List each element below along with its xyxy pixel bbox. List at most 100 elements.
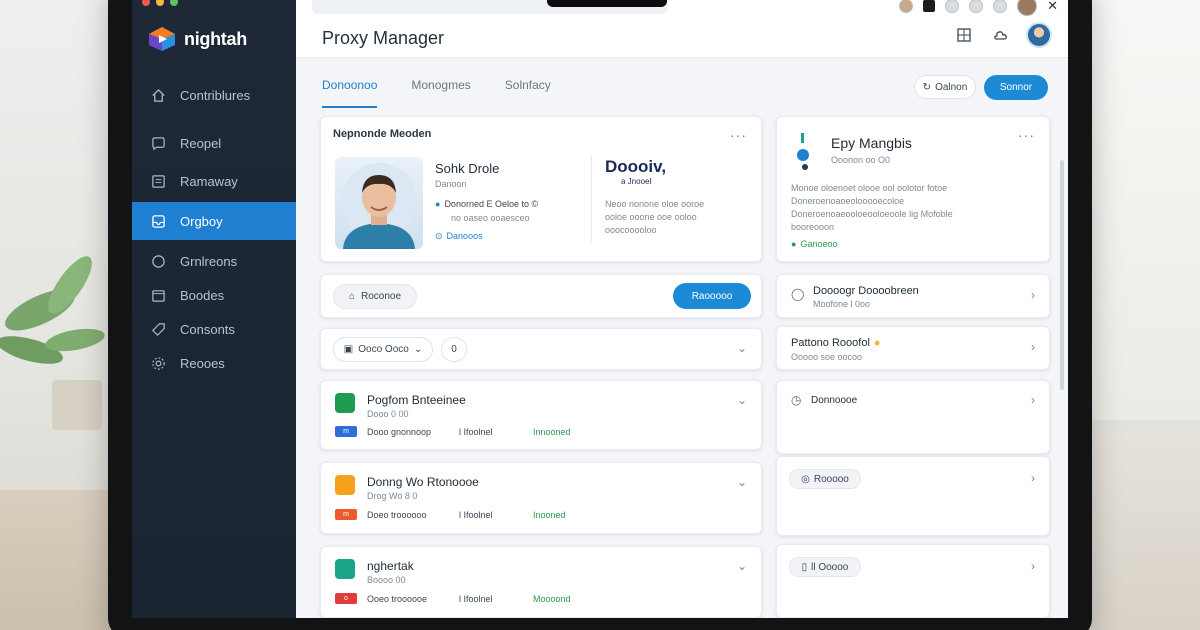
background-shelf-right [1090, 430, 1200, 630]
profile-link[interactable]: ⊙ Danooos [435, 231, 483, 242]
settings-icon [150, 355, 166, 371]
right-item-0[interactable]: ◯ Doooogr Doooobreen Moofone l 0oo › [776, 274, 1050, 318]
tab-bar: Donoonoo Monogmes Solnfacy [322, 78, 551, 108]
right-item-3[interactable]: ◎ Rooooo › [776, 456, 1050, 536]
right-item-title-row: Pattono Rooofol ● [791, 337, 881, 349]
list-item-1[interactable]: Donng Wo Rtonoooe Drog Wo 8 0 m Doeo tro… [320, 462, 762, 534]
secondary-action-label: Oalnon [935, 81, 968, 93]
company-desc2: ooloe ooone ooe ooloo [605, 212, 697, 222]
list-item-status: Innooned [533, 427, 571, 437]
background-plant [0, 256, 105, 430]
side-card-desc4: booreooon [791, 222, 835, 232]
primary-action-button[interactable]: Sonnor [984, 75, 1048, 100]
tray-globe-icon[interactable] [969, 0, 984, 13]
profile-name: Sohk Drole [435, 161, 500, 176]
sidebar-item-4[interactable]: Grnlreons [132, 244, 296, 278]
dropdown-chip[interactable]: ▣ Ooco Ooco ⌄ [333, 337, 433, 362]
user-avatar[interactable] [1026, 22, 1052, 48]
tab-1[interactable]: Monogmes [411, 78, 470, 108]
chevron-right-icon[interactable]: › [1031, 471, 1035, 485]
chevron-right-icon[interactable]: › [1031, 288, 1035, 302]
bell-icon: ◯ [791, 287, 805, 301]
window-controls [142, 0, 178, 6]
close-icon[interactable]: ✕ [1047, 0, 1058, 14]
side-info-card: Epy Mangbis Ooonon oo O0 ··· Monoe oloen… [776, 116, 1050, 262]
tray-chat-icon[interactable] [945, 0, 960, 13]
tab-0[interactable]: Donoonoo [322, 78, 378, 108]
chevron-right-icon[interactable]: › [1031, 340, 1035, 354]
chevron-down-icon[interactable]: ⌄ [737, 559, 747, 573]
sidebar-item-0[interactable]: Contriblures [132, 78, 296, 112]
list-item-count: l Ifoolnel [459, 427, 493, 437]
profile-detail-row: ● Donorned E Oeloe to © [435, 199, 538, 209]
secondary-action-button[interactable]: ↻ Oalnon [914, 75, 976, 99]
sidebar-item-5[interactable]: Boodes [132, 278, 296, 312]
sidebar-item-label: Consonts [180, 321, 235, 337]
lock-icon: ⌂ [348, 291, 355, 302]
sidebar-item-7[interactable]: Reooes [132, 346, 296, 380]
sidebar-item-1[interactable]: Reopel [132, 126, 296, 160]
right-item-1[interactable]: Pattono Rooofol ● Ooooo soe oocoo › [776, 326, 1050, 370]
brand[interactable]: nightah [148, 26, 247, 52]
side-card-title: Epy Mangbis [831, 135, 912, 151]
tab-2[interactable]: Solnfacy [505, 78, 551, 108]
company-desc3: ooocooooloo [605, 225, 657, 235]
more-options-icon[interactable]: ··· [1018, 127, 1035, 143]
right-item-4[interactable]: ▯ ll Ooooo › [776, 544, 1050, 618]
app-badge-icon [335, 559, 355, 579]
maximize-window-dot[interactable] [170, 0, 178, 6]
scrollbar[interactable] [1060, 160, 1064, 390]
close-window-dot[interactable] [142, 0, 150, 6]
divider [591, 155, 592, 243]
right-item-chip[interactable]: ▯ ll Ooooo [789, 557, 861, 577]
sidebar-item-2[interactable]: Ramaway [132, 164, 296, 198]
count-chip[interactable]: 0 [441, 337, 467, 362]
tray-app-icon[interactable] [923, 0, 936, 12]
right-item-chip[interactable]: ◎ Rooooo [789, 469, 861, 489]
list-item-tag: o [335, 593, 357, 604]
filter-chip[interactable]: ⌂ Roconoe [333, 284, 417, 309]
chevron-right-icon[interactable]: › [1031, 559, 1035, 573]
chevron-down-icon[interactable]: ⌄ [737, 475, 747, 489]
profile-detail1: Donorned E Oeloe to © [444, 199, 539, 209]
list-item-title: Donng Wo Rtonoooe [367, 475, 479, 489]
list-item-meta: Dooo gnonnoop [367, 427, 432, 437]
status-label: Ganoeoo [800, 239, 838, 249]
profile-link-label: Danooos [446, 231, 483, 241]
sidebar-item-label: Reooes [180, 355, 225, 371]
side-card-desc2: Doneroenoaoeolooooecoloe [791, 196, 905, 206]
document-icon [150, 173, 166, 189]
tray-help-icon[interactable] [993, 0, 1008, 13]
home-icon [150, 87, 166, 103]
tag-icon [150, 321, 166, 337]
chevron-down-icon[interactable]: ⌄ [737, 393, 747, 407]
minimize-window-dot[interactable] [156, 0, 164, 6]
circle-icon: ◎ [801, 473, 810, 485]
chevron-down-icon[interactable]: ⌄ [737, 341, 747, 355]
tray-user-avatar[interactable] [1017, 0, 1038, 16]
search-submit-button[interactable]: Raooooo [673, 283, 751, 309]
list-item-sub: Boooo 00 [367, 575, 406, 585]
inbox-icon [150, 213, 166, 229]
list-item-count: l Ifoolnel [459, 594, 493, 604]
clock-icon: ◷ [791, 393, 802, 407]
more-options-icon[interactable]: ··· [730, 127, 747, 143]
list-item-2[interactable]: nghertak Boooo 00 o Ooeo troooooe l Ifoo… [320, 546, 762, 618]
chevron-right-icon[interactable]: › [1031, 393, 1035, 407]
grid-icon[interactable] [954, 25, 974, 45]
right-item-2[interactable]: ◷ Donnoooe › [776, 380, 1050, 454]
list-item-0[interactable]: Pogfom Bnteeinee Dooo 0 00 m Dooo gnonno… [320, 380, 762, 450]
sidebar-item-3[interactable]: Orgboy [132, 202, 296, 240]
list-item-status: Inooned [533, 510, 566, 520]
sidebar-nav: Contriblures Reopel Ramaway Orgboy Grnlr… [132, 78, 296, 380]
app-screen: nightah Contriblures Reopel Ramaway Orgb… [132, 0, 1068, 618]
side-card-sub: Ooonon oo O0 [831, 155, 891, 165]
tray-avatar-icon[interactable] [899, 0, 914, 13]
app-badge-icon [335, 475, 355, 495]
sidebar: nightah Contriblures Reopel Ramaway Orgb… [132, 0, 296, 618]
cloud-icon[interactable] [990, 25, 1010, 45]
company-logo-sub: a Jnooel [621, 177, 652, 186]
header-actions [954, 22, 1052, 48]
calendar-icon [150, 287, 166, 303]
sidebar-item-6[interactable]: Consonts [132, 312, 296, 346]
